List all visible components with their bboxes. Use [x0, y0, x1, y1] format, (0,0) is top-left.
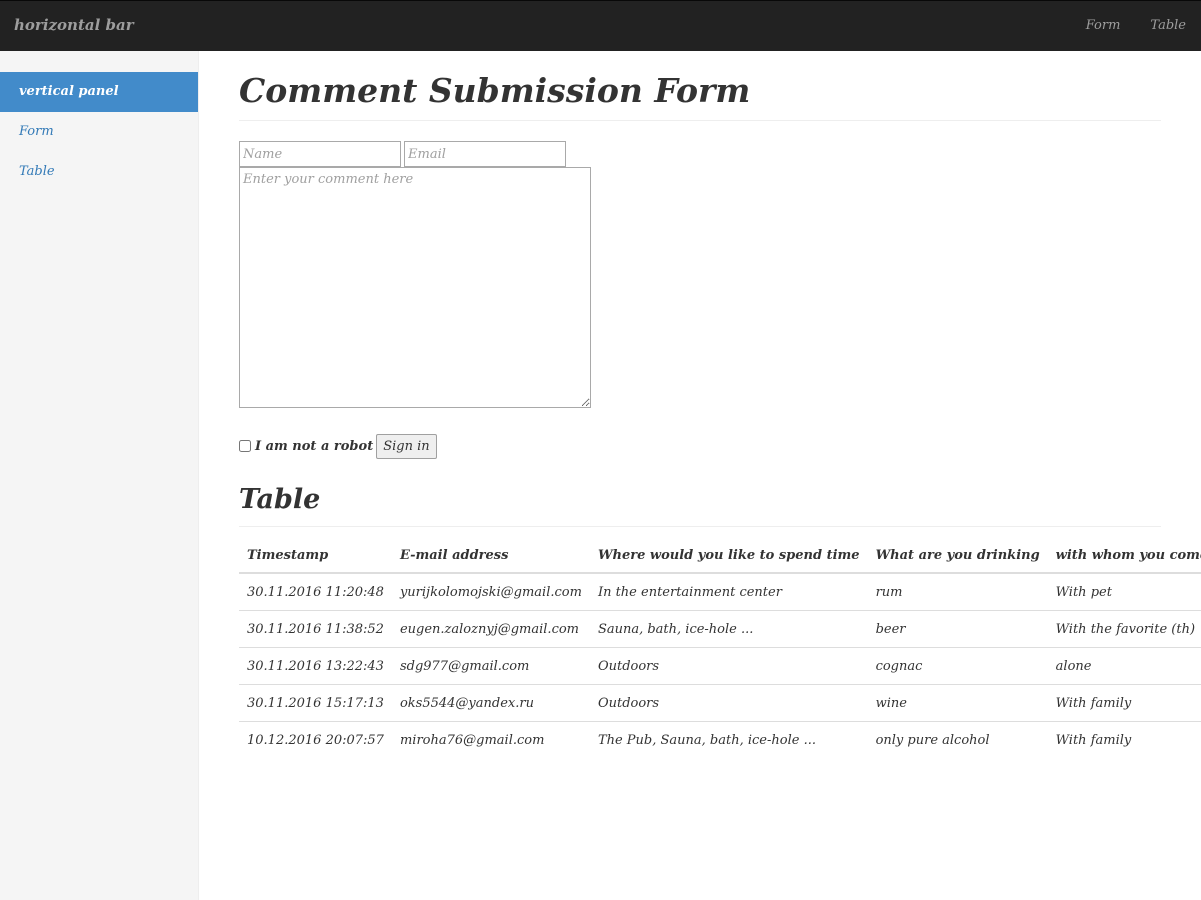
- table-header-row: Timestamp E-mail address Where would you…: [239, 537, 1201, 574]
- top-navbar: horizontal bar Form Table: [0, 0, 1201, 51]
- cell-timestamp: 30.11.2016 11:38:52: [239, 610, 392, 648]
- cell-timestamp: 30.11.2016 15:17:13: [239, 684, 392, 722]
- cell-company: With pet: [1055, 584, 1112, 600]
- robot-check-row: I am not a robot Sign in: [239, 433, 437, 459]
- main-content: Comment Submission Form I am not a robot…: [239, 51, 1201, 758]
- cell-email: sdg977@gmail.com: [391, 647, 590, 685]
- column-header-timestamp: Timestamp: [239, 537, 392, 574]
- cell-company: With the favorite (th): [1047, 610, 1201, 648]
- column-header-email: E-mail address: [391, 537, 590, 574]
- cell-timestamp: 30.11.2016 13:22:43: [239, 647, 392, 685]
- cell-place: The Pub, Sauna, bath, ice-hole ...: [589, 721, 868, 758]
- table-row: 30.11.2016 13:22:43 sdg977@gmail.com Out…: [239, 647, 1201, 685]
- cell-email: eugen.zaloznyj@gmail.com: [391, 610, 590, 648]
- cell-drink: cognac: [867, 647, 1048, 685]
- cell-email: miroha76@gmail.com: [391, 721, 590, 758]
- cell-place: Outdoors: [589, 684, 868, 722]
- navbar-brand[interactable]: horizontal bar: [14, 16, 134, 34]
- cell-company: With family: [1047, 721, 1201, 758]
- not-robot-label: I am not a robot: [255, 438, 374, 454]
- responses-table: Timestamp E-mail address Where would you…: [239, 537, 1201, 758]
- cell-timestamp: 30.11.2016 11:20:48: [247, 584, 384, 600]
- cell-place: In the entertainment center: [597, 584, 782, 600]
- cell-place: Sauna, bath, ice-hole ...: [589, 610, 868, 648]
- cell-drink: only pure alcohol: [867, 721, 1048, 758]
- top-nav-table-link[interactable]: Table: [1135, 1, 1201, 52]
- sidebar-item-form[interactable]: Form: [0, 112, 198, 152]
- cell-email: yurijkolomojski@gmail.com: [399, 584, 582, 600]
- email-input[interactable]: [404, 141, 566, 167]
- cell-place: Outdoors: [589, 647, 868, 685]
- cell-company: With family: [1047, 684, 1201, 722]
- column-header-place: Where would you like to spend time: [589, 537, 868, 574]
- sidebar-item-table[interactable]: Table: [0, 152, 198, 192]
- top-nav-links: Form Table: [1071, 1, 1201, 52]
- column-header-company: with whom you come?: [1047, 537, 1201, 574]
- sidebar: vertical panel Form Table: [0, 51, 199, 900]
- table-row: 30.11.2016 11:38:52 eugen.zaloznyj@gmail…: [239, 610, 1201, 648]
- sidebar-item-vertical-panel[interactable]: vertical panel: [0, 72, 198, 112]
- comment-textarea[interactable]: [239, 167, 591, 408]
- column-header-drink: What are you drinking: [867, 537, 1048, 574]
- comment-form: I am not a robot Sign in: [239, 141, 1161, 471]
- cell-timestamp: 10.12.2016 20:07:57: [239, 721, 392, 758]
- name-input[interactable]: [239, 141, 401, 167]
- sign-in-button[interactable]: Sign in: [376, 433, 437, 459]
- table-row: 30.11.2016 11:20:48 yurijkolomojski@gmai…: [239, 573, 1201, 611]
- cell-company: alone: [1047, 647, 1201, 685]
- top-nav-form-link[interactable]: Form: [1071, 1, 1136, 52]
- cell-drink: wine: [867, 684, 1048, 722]
- table-row: 30.11.2016 15:17:13 oks5544@yandex.ru Ou…: [239, 684, 1201, 722]
- cell-drink: rum: [875, 584, 903, 600]
- table-title: Table: [239, 483, 1161, 527]
- table-row: 10.12.2016 20:07:57 miroha76@gmail.com T…: [239, 721, 1201, 758]
- not-robot-checkbox[interactable]: [239, 440, 251, 452]
- cell-email: oks5544@yandex.ru: [391, 684, 590, 722]
- form-title: Comment Submission Form: [239, 71, 1161, 121]
- cell-drink: beer: [867, 610, 1048, 648]
